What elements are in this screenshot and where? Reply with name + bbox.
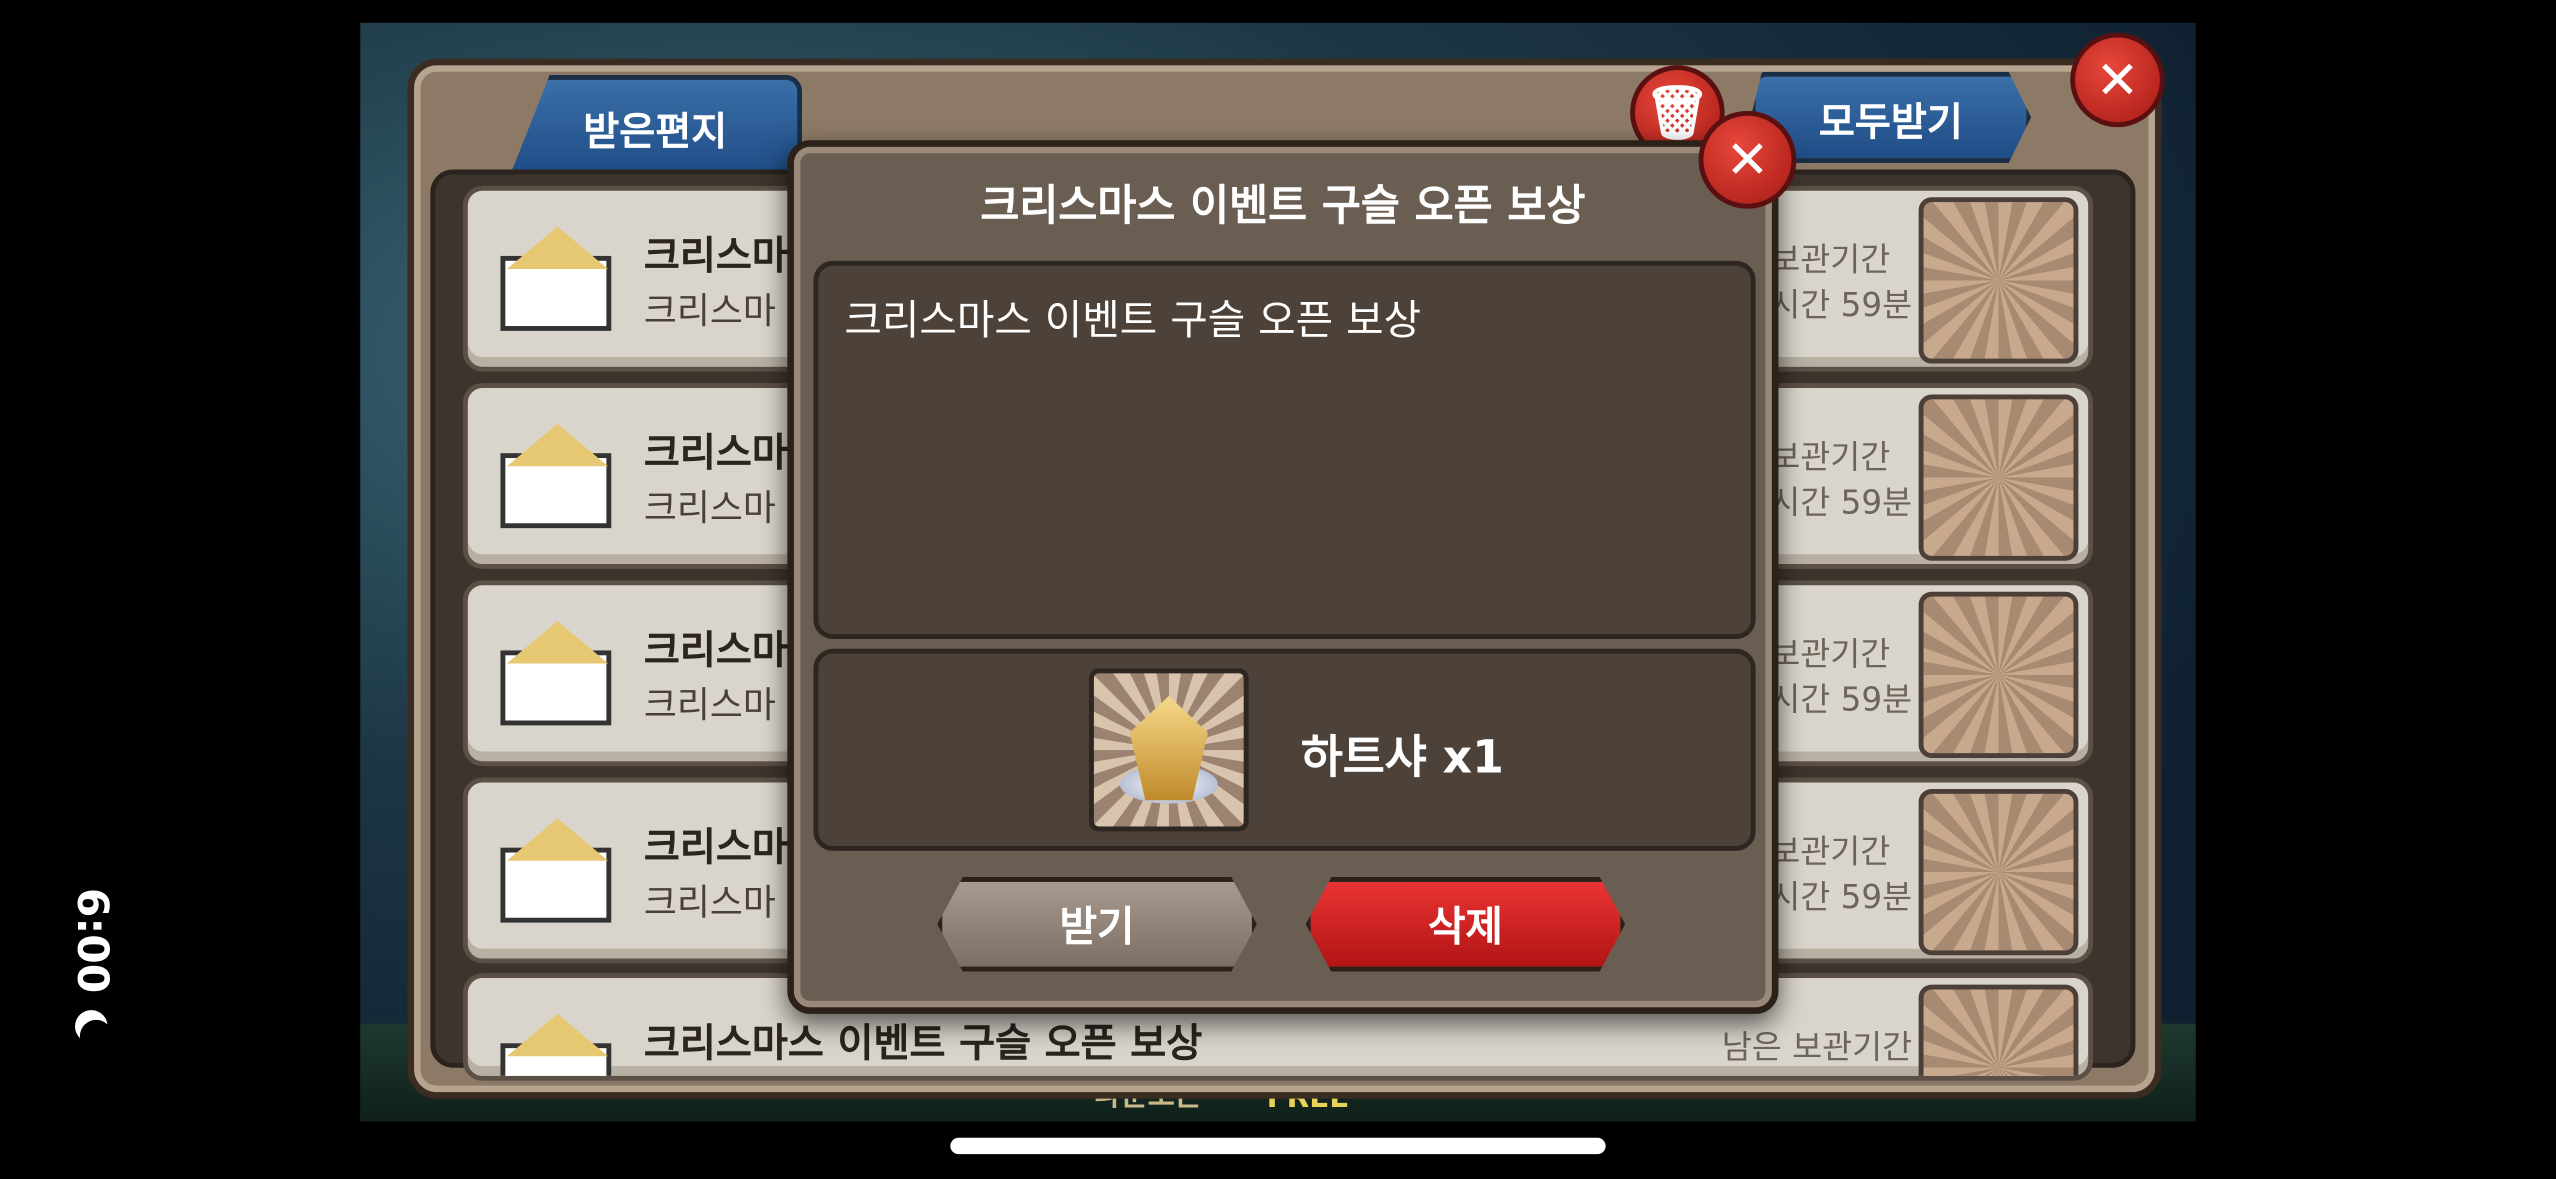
retention-label: 보관기간 (1770, 831, 1891, 871)
screen: 6:00 나눈도는 FREE 받은편지 🗑 모두받기 ✕ 크리스마 크리스마 보… (0, 0, 2556, 1179)
egg-icon (1088, 668, 1249, 832)
retention-label: 보관기간 (1770, 436, 1891, 476)
retention-label: 남은 보관기간 (1721, 1026, 1913, 1067)
envelope-icon (500, 423, 612, 529)
reward-modal: 크리스마스 이벤트 구슬 오픈 보상 크리스마스 이벤트 구슬 오픈 보상 하트… (787, 140, 1779, 1014)
retention-remaining: 시간 59분 (1770, 876, 1913, 917)
retention-info: 보관기간 시간 59분 (1770, 236, 1912, 327)
envelope-icon (500, 1013, 612, 1076)
mail-title: 크리스마 (643, 824, 788, 871)
retention-remaining: 시간 59분 (1770, 679, 1913, 719)
mail-subtitle: 크리스마 (643, 883, 776, 925)
retention-info: 보관기간 시간 59분 (1770, 434, 1912, 525)
potion-icon (1918, 197, 2079, 364)
retention-info: 보관기간 시간 59분 (1770, 631, 1912, 722)
envelope-icon (500, 226, 612, 331)
retention-remaining: 시간 59분 (1770, 482, 1913, 522)
delete-button[interactable]: 삭제 (1305, 876, 1626, 972)
retention-label: 보관기간 (1770, 239, 1891, 279)
reward-box: 하트샤 x1 (813, 648, 1756, 851)
purple-gem-icon (1918, 984, 2079, 1076)
retention-remaining: 시간 59분 (1770, 285, 1913, 325)
mail-title: 크리스마 (643, 627, 788, 674)
status-bar: 6:00 (67, 888, 116, 1042)
retention-label: 보관기간 (1770, 634, 1891, 674)
retention-info: 보관기간 시간 59분 (1770, 828, 1912, 919)
message-box: 크리스마스 이벤트 구슬 오픈 보상 (813, 260, 1756, 639)
home-indicator[interactable] (950, 1137, 1606, 1155)
modal-title: 크리스마스 이벤트 구슬 오픈 보상 (980, 182, 1586, 232)
mail-subtitle: 크리스마 (643, 686, 776, 728)
mail-title: 크리스마스 이벤트 구슬 오픈 보상 (643, 1020, 1203, 1067)
dark-gem-icon (1918, 591, 2079, 758)
mail-subtitle: 크리스마 (643, 291, 776, 333)
moon-icon (80, 1019, 113, 1052)
message-text: 크리스마스 이벤트 구슬 오픈 보상 (844, 296, 1422, 344)
close-modal-button[interactable]: ✕ (1698, 110, 1797, 209)
mail-subtitle: 크리스마 (643, 489, 776, 530)
clock: 6:00 (66, 887, 116, 994)
red-potion-icon (1918, 394, 2079, 561)
tab-received[interactable]: 받은편지 (508, 74, 803, 180)
receive-button[interactable]: 받기 (937, 876, 1257, 972)
mail-title: 크리스마 (643, 233, 788, 279)
mail-title: 크리스마 (643, 430, 788, 476)
envelope-icon (500, 818, 612, 923)
reward-label: 하트샤 x1 (1300, 730, 1504, 785)
green-potion-icon (1918, 788, 2079, 956)
envelope-icon (500, 621, 612, 726)
retention-info: 남은 보관기간 (1722, 1024, 1912, 1070)
close-mailbox-button[interactable]: ✕ (2070, 32, 2165, 128)
